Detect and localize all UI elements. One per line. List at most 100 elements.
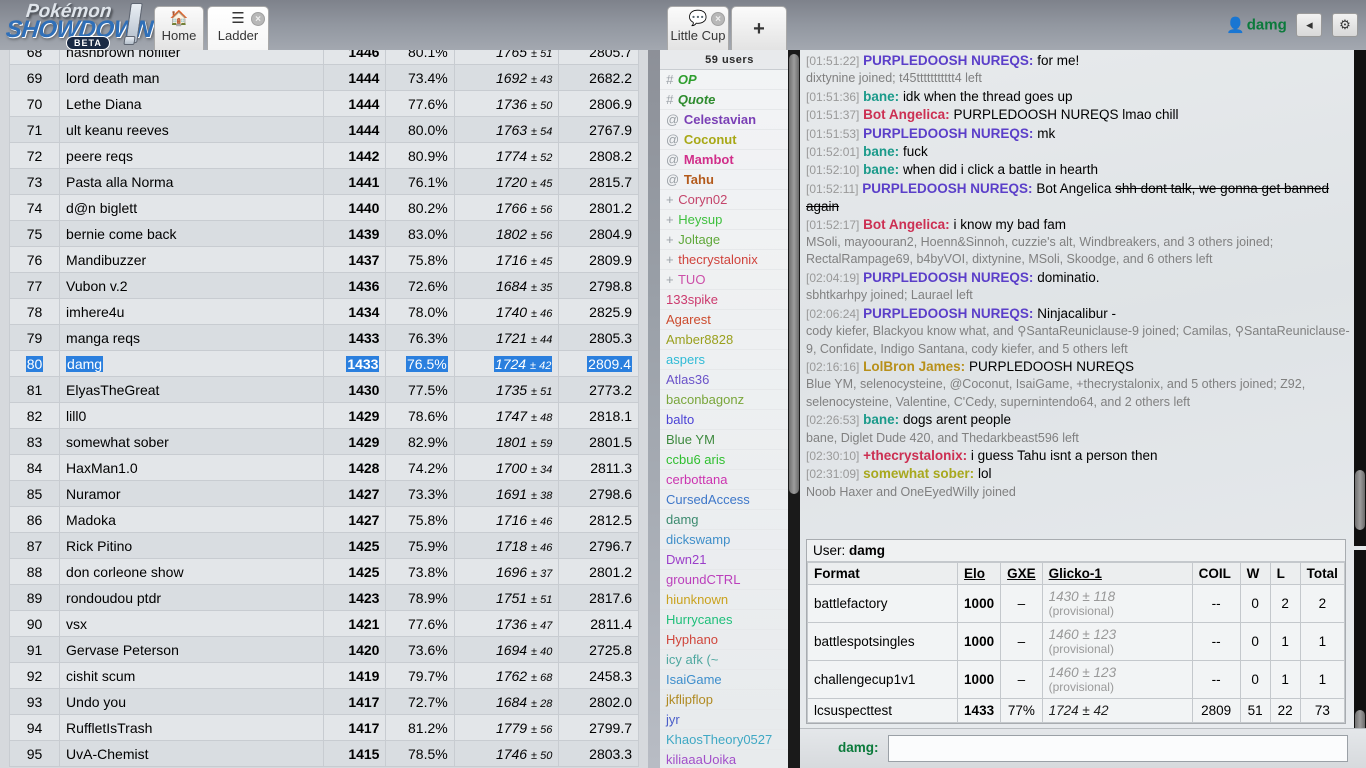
userlist-item[interactable]: + thecrystalonix — [660, 250, 799, 270]
userlist-item[interactable]: Blue YM — [660, 430, 799, 450]
userlist-item[interactable]: + Heysup — [660, 210, 799, 230]
userlist-item[interactable]: IsaiGame — [660, 670, 799, 690]
chat-author[interactable]: bane: — [863, 412, 899, 427]
userlist-item[interactable]: @ Celestavian — [660, 110, 799, 130]
chat-author[interactable]: bane: — [863, 89, 899, 104]
ladder-cell-name[interactable]: Madoka — [59, 506, 324, 533]
ladder-cell-name[interactable]: lord death man — [59, 64, 324, 91]
ladder-cell-name[interactable]: bernie come back — [59, 220, 324, 247]
ladder-row[interactable]: 84 HaxMan1.0 1428 74.2% 1700 ± 34 2811.3 — [8, 454, 639, 481]
chat-scrollbar[interactable] — [1354, 50, 1366, 546]
ladder-cell-name[interactable]: Rick Pitino — [59, 532, 324, 559]
userlist-item[interactable]: baconbagonz — [660, 390, 799, 410]
userlist-item[interactable]: hiunknown — [660, 590, 799, 610]
chat-scrollbar-thumb[interactable] — [1355, 470, 1365, 530]
ladder-row[interactable]: 80 damg 1433 76.5% 1724 ± 42 2809.4 — [8, 350, 639, 377]
ladder-row[interactable]: 87 Rick Pitino 1425 75.9% 1718 ± 46 2796.7 — [8, 532, 639, 559]
tab-add-new[interactable]: + — [731, 6, 787, 50]
userlist-item[interactable]: Hyphano — [660, 630, 799, 650]
userlist-item[interactable]: @ Mambot — [660, 150, 799, 170]
ladder-cell-name[interactable]: somewhat sober — [59, 428, 324, 455]
ladder-row[interactable]: 79 manga reqs 1433 76.3% 1721 ± 44 2805.3 — [8, 324, 639, 351]
ladder-row[interactable]: 82 lill0 1429 78.6% 1747 ± 48 2818.1 — [8, 402, 639, 429]
userlist-scrollbar-thumb[interactable] — [789, 54, 799, 494]
user-card-scrollbar[interactable] — [1354, 550, 1366, 748]
userlist-item[interactable]: Agarest — [660, 310, 799, 330]
ladder-row[interactable]: 78 imhere4u 1434 78.0% 1740 ± 46 2825.9 — [8, 298, 639, 325]
ladder-cell-name[interactable]: hashbrown nofilter — [59, 50, 324, 65]
ladder-row[interactable]: 71 ult keanu reeves 1444 80.0% 1763 ± 54 2767… — [8, 116, 639, 143]
ladder-row[interactable]: 83 somewhat sober 1429 82.9% 1801 ± 59 2801.5 — [8, 428, 639, 455]
ladder-row[interactable]: 68 hashbrown nofilter 1446 80.1% 1765 ± 51 28… — [8, 50, 639, 65]
userlist-item[interactable]: dickswamp — [660, 530, 799, 550]
ladder-row[interactable]: 69 lord death man 1444 73.4% 1692 ± 43 2682.2 — [8, 64, 639, 91]
ladder-cell-name[interactable]: damg — [59, 350, 324, 377]
current-username[interactable]: damg — [1247, 17, 1287, 34]
ladder-cell-name[interactable]: Vubon v.2 — [59, 272, 324, 299]
userlist-item[interactable]: CursedAccess — [660, 490, 799, 510]
userlist-item[interactable]: cerbottana — [660, 470, 799, 490]
chat-author[interactable]: Bot Angelica: — [863, 107, 950, 122]
ladder-cell-name[interactable]: Gervase Peterson — [59, 636, 324, 663]
ladder-row[interactable]: 89 rondoudou ptdr 1423 78.9% 1751 ± 51 2817.6 — [8, 584, 639, 611]
ladder-row[interactable]: 77 Vubon v.2 1436 72.6% 1684 ± 35 2798.8 — [8, 272, 639, 299]
userlist-item[interactable]: # Quote — [660, 90, 799, 110]
ladder-cell-name[interactable]: Lethe Diana — [59, 90, 324, 117]
ladder-row[interactable]: 72 peere reqs 1442 80.9% 1774 ± 52 2808.2 — [8, 142, 639, 169]
userlist-item[interactable]: ccbu6 aris — [660, 450, 799, 470]
userlist-scrollbar[interactable] — [788, 50, 800, 768]
userlist-item[interactable]: jkflipflop — [660, 690, 799, 710]
ladder-cell-name[interactable]: d@n biglett — [59, 194, 324, 221]
ladder-cell-name[interactable]: rondoudou ptdr — [59, 584, 324, 611]
tab-little-cup[interactable]: 💬 Little Cup × — [667, 6, 729, 50]
userlist-item[interactable]: Amber8828 — [660, 330, 799, 350]
ladder-row[interactable]: 75 bernie come back 1439 83.0% 1802 ± 56 2804… — [8, 220, 639, 247]
tab-little-cup-close-icon[interactable]: × — [711, 12, 725, 26]
ladder-cell-name[interactable]: peere reqs — [59, 142, 324, 169]
chat-author[interactable]: Bot Angelica: — [863, 217, 950, 232]
userlist-item[interactable]: # OP — [660, 70, 799, 90]
chat-author[interactable]: LolBron James: — [863, 359, 965, 374]
chat-author[interactable]: PURPLEDOOSH NUREQS: — [862, 181, 1032, 196]
ladder-cell-name[interactable]: RuffletIsTrash — [59, 714, 324, 741]
tab-home[interactable]: 🏠 Home — [154, 6, 204, 50]
chat-author[interactable]: bane: — [863, 162, 899, 177]
userlist-item[interactable]: aspers — [660, 350, 799, 370]
ladder-row[interactable]: 91 Gervase Peterson 1420 73.6% 1694 ± 40 2725… — [8, 636, 639, 663]
chat-author[interactable]: PURPLEDOOSH NUREQS: — [863, 270, 1033, 285]
ladder-row[interactable]: 88 don corleone show 1425 73.8% 1696 ± 37 280… — [8, 558, 639, 585]
ladder-row[interactable]: 86 Madoka 1427 75.8% 1716 ± 46 2812.5 — [8, 506, 639, 533]
chat-author[interactable]: PURPLEDOOSH NUREQS: — [863, 126, 1033, 141]
ladder-cell-name[interactable]: vsx — [59, 610, 324, 637]
ladder-cell-name[interactable]: Undo you — [59, 688, 324, 715]
ladder-cell-name[interactable]: imhere4u — [59, 298, 324, 325]
userlist-item[interactable]: balto — [660, 410, 799, 430]
ladder-row[interactable]: 81 ElyasTheGreat 1430 77.5% 1735 ± 51 2773.2 — [8, 376, 639, 403]
userlist-item[interactable]: + Coryn02 — [660, 190, 799, 210]
ladder-cell-name[interactable]: lill0 — [59, 402, 324, 429]
ladder-cell-name[interactable]: Mandibuzzer — [59, 246, 324, 273]
userlist-item[interactable]: Hurrycanes — [660, 610, 799, 630]
userlist-item[interactable]: groundCTRL — [660, 570, 799, 590]
chat-author[interactable]: PURPLEDOOSH NUREQS: — [863, 53, 1033, 68]
userlist-item[interactable]: jyr — [660, 710, 799, 730]
ladder-row[interactable]: 76 Mandibuzzer 1437 75.8% 1716 ± 45 2809.9 — [8, 246, 639, 273]
ladder-row[interactable]: 92 cishit scum 1419 79.7% 1762 ± 68 2458.3 — [8, 662, 639, 689]
ladder-cell-name[interactable]: UvA-Chemist — [59, 740, 324, 767]
ladder-row[interactable]: 70 Lethe Diana 1444 77.6% 1736 ± 50 2806.9 — [8, 90, 639, 117]
chat-author[interactable]: somewhat sober: — [863, 466, 974, 481]
gear-icon[interactable]: ⚙ — [1332, 13, 1358, 37]
userlist-item[interactable]: Atlas36 — [660, 370, 799, 390]
userlist-item[interactable]: icy afk (~ — [660, 650, 799, 670]
userlist-item[interactable]: @ Tahu — [660, 170, 799, 190]
userlist-item[interactable]: 133spike — [660, 290, 799, 310]
chat-author[interactable]: bane: — [863, 144, 899, 159]
userlist-item[interactable]: kiliaaaUoika — [660, 750, 799, 768]
ladder-row[interactable]: 85 Nuramor 1427 73.3% 1691 ± 38 2798.6 — [8, 480, 639, 507]
ladder-cell-name[interactable]: ElyasTheGreat — [59, 376, 324, 403]
speaker-icon[interactable]: ◂ — [1296, 13, 1323, 37]
ladder-row[interactable]: 95 UvA-Chemist 1415 78.5% 1746 ± 50 2803.3 — [8, 740, 639, 767]
userlist-item[interactable]: damg — [660, 510, 799, 530]
userlist-item[interactable]: Dwn21 — [660, 550, 799, 570]
userlist-item[interactable]: + Joltage — [660, 230, 799, 250]
